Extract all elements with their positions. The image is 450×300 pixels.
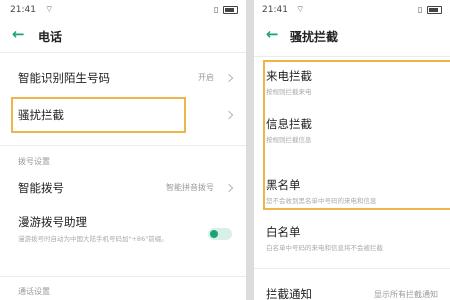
divider	[0, 145, 246, 146]
battery-icon	[427, 5, 442, 14]
status-time: 21:41	[10, 5, 36, 15]
chevron-right-icon	[224, 73, 234, 83]
back-arrow-icon[interactable]: ←	[12, 25, 25, 43]
roaming-toggle[interactable]	[208, 228, 232, 240]
vibrate-icon: ▯	[214, 5, 219, 14]
blacklist-label: 黑名单	[266, 178, 301, 192]
page-title: 电话	[38, 30, 63, 44]
wifi-icon: ⌔	[45, 5, 54, 15]
call-block-desc: 按规则拦截来电	[266, 88, 312, 96]
msg-block-desc: 按规则拦截信息	[266, 136, 312, 144]
smart-id-value: 开启	[198, 73, 214, 82]
block-notify-value: 显示所有拦截通知	[374, 290, 438, 299]
title-bar: ← 电话	[0, 22, 246, 50]
divider	[0, 276, 246, 277]
block-notify-label: 拦截通知	[266, 287, 312, 300]
harass-block-screen: 21:41 ⌔ ▯ ← 骚扰拦截 来电拦截 按规则拦截来电 信息拦截 按规则拦截…	[254, 0, 450, 300]
whitelist-label: 白名单	[266, 225, 301, 239]
status-icons: ▯	[214, 5, 238, 14]
section-dial-settings: 拨号设置	[18, 157, 50, 166]
back-arrow-icon[interactable]: ←	[266, 25, 279, 43]
smart-dial-value: 智能拼音拨号	[166, 183, 214, 192]
blacklist-desc: 您不会收到黑名单中号码的来电和信息	[266, 197, 377, 205]
wifi-icon: ⌔	[296, 5, 305, 15]
phone-settings-screen: 21:41 ⌔ ▯ ← 电话 智能识别陌生号码 开启 骚扰拦截 拨号设置 智能拨…	[0, 0, 246, 300]
msg-block-row[interactable]: 信息拦截 按规则拦截信息	[254, 112, 450, 148]
msg-block-label: 信息拦截	[266, 117, 312, 131]
block-notify-row[interactable]: 拦截通知 显示所有拦截通知	[254, 282, 450, 300]
title-bar: ← 骚扰拦截	[254, 22, 450, 50]
section-call-settings: 通话设置	[18, 287, 50, 296]
smart-id-label: 智能识别陌生号码	[18, 71, 110, 85]
page-title: 骚扰拦截	[290, 30, 339, 44]
roaming-assist-row[interactable]: 漫游拨号助理 漫游拨号时自动为中国大陆手机号码加"+86"前缀。	[0, 208, 246, 258]
whitelist-desc: 白名单中号码的来电和信息将不会被拦截	[266, 244, 383, 252]
status-icons: ▯	[418, 5, 442, 14]
roaming-assist-label: 漫游拨号助理	[18, 215, 87, 229]
whitelist-row[interactable]: 白名单 白名单中号码的来电和信息将不会被拦截	[254, 220, 450, 254]
divider	[0, 52, 246, 53]
chevron-right-icon	[224, 110, 234, 120]
smart-dial-label: 智能拨号	[18, 181, 64, 195]
status-bar: 21:41 ⌔ ▯	[254, 0, 450, 22]
toggle-knob	[210, 230, 218, 238]
vibrate-icon: ▯	[418, 5, 423, 14]
status-bar: 21:41 ⌔ ▯	[0, 0, 246, 22]
divider	[254, 268, 450, 269]
roaming-assist-desc: 漫游拨号时自动为中国大陆手机号码加"+86"前缀。	[18, 235, 168, 243]
highlight-box	[11, 97, 186, 133]
call-block-label: 来电拦截	[266, 69, 312, 83]
divider	[254, 56, 450, 57]
blacklist-row[interactable]: 黑名单 您不会收到黑名单中号码的来电和信息	[254, 175, 450, 211]
smart-dial-row[interactable]: 智能拨号 智能拼音拨号	[0, 172, 246, 204]
battery-icon	[223, 5, 238, 14]
smart-id-row[interactable]: 智能识别陌生号码 开启	[0, 60, 246, 96]
chevron-right-icon	[224, 183, 234, 193]
call-block-row[interactable]: 来电拦截 按规则拦截来电	[254, 64, 450, 100]
status-time: 21:41	[262, 5, 288, 15]
